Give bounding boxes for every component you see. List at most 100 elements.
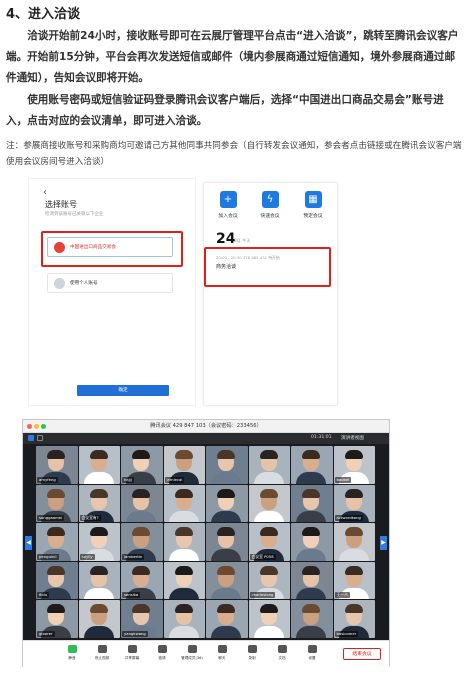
participant-tile[interactable]: lambertin: [121, 523, 163, 561]
toolbar-invite-button[interactable]: 邀请: [147, 645, 177, 661]
date-number: 24: [216, 231, 236, 247]
participant-tile[interactable]: [291, 446, 333, 484]
participant-tile[interactable]: [248, 446, 290, 484]
participant-tile[interactable]: actwordkong: [333, 484, 375, 522]
participant-tile[interactable]: [291, 600, 333, 638]
participant-name: 会议室有?: [79, 515, 101, 521]
participant-tile[interactable]: [78, 446, 120, 484]
toolbar-settings-button[interactable]: 设置: [297, 645, 327, 661]
meeting-window-screenshot: 腾讯会议 429 847 103（会议密码：233456） 01:31:01 演…: [22, 419, 390, 667]
participant-hair: [174, 604, 193, 613]
participant-tile[interactable]: luiyily: [78, 523, 120, 561]
participant-tile[interactable]: hajjj: [121, 446, 163, 484]
participant-body: [253, 510, 284, 522]
participant-grid: amyfeng hajjj jamiecai baobei songgaomei 会议室有…: [36, 446, 376, 638]
participant-tile[interactable]: [206, 600, 248, 638]
participant-hair: [344, 604, 363, 613]
chat-icon: [217, 645, 227, 653]
toolbar-record-button[interactable]: 录制: [237, 645, 267, 661]
participant-hair: [259, 527, 278, 536]
quick-meeting-button[interactable]: ϟ 快速会议: [250, 191, 290, 219]
end-meeting-button[interactable]: 结束会议: [343, 648, 381, 660]
participant-hair: [174, 527, 193, 536]
participant-hair: [132, 488, 150, 498]
toolbar-document-button[interactable]: 文档: [267, 645, 297, 661]
toolbar-members-button[interactable]: 管理成员(36): [177, 645, 207, 661]
participant-tile[interactable]: 会议室 P058: [248, 523, 290, 561]
toolbar-label: 聊天: [218, 656, 226, 660]
participant-tile[interactable]: songgaomei: [36, 484, 78, 522]
participant-tile[interactable]: 会议室有?: [78, 484, 120, 522]
toolbar-label: 共享屏幕: [124, 656, 140, 660]
participant-body: [168, 510, 199, 522]
participant-hair: [89, 488, 108, 498]
participant-name: basicomer: [334, 630, 359, 637]
account-select-screenshot: ‹ 选择账号 检测到该账号已关联以下企业 中国进出口商品交易会 使用个人账号 确…: [28, 178, 338, 406]
participant-tile[interactable]: [121, 484, 163, 522]
participant-hair: [174, 565, 193, 575]
participant-tile[interactable]: [163, 600, 205, 638]
toolbar-mic-button[interactable]: 静音: [57, 645, 87, 661]
participant-tile[interactable]: [78, 561, 120, 599]
participant-tile[interactable]: [163, 484, 205, 522]
confirm-button[interactable]: 确定: [77, 385, 169, 396]
shield-icon[interactable]: [37, 435, 43, 441]
participant-tile[interactable]: yangkwang: [121, 600, 163, 638]
record-icon: [247, 645, 257, 653]
participant-tile[interactable]: [206, 446, 248, 484]
paragraph-1: 洽谈开始前24小时，接收账号即可在云展厅管理平台点击“进入洽谈”，跳转至腾讯会议…: [6, 30, 459, 84]
plus-icon: +: [219, 191, 237, 208]
meeting-info-icon[interactable]: [28, 435, 34, 441]
participant-tile[interactable]: [291, 561, 333, 599]
participant-body: [211, 626, 241, 638]
participant-hair: [344, 450, 363, 459]
participant-tile[interactable]: [291, 523, 333, 561]
participant-name: fiolu: [37, 592, 50, 598]
view-toggle[interactable]: 演讲者视图: [341, 435, 364, 441]
participant-tile[interactable]: jamiecai: [163, 446, 205, 484]
participant-body: [168, 549, 199, 561]
participant-tile[interactable]: charleslong: [248, 561, 290, 599]
person-avatar-icon: [54, 278, 65, 289]
participant-tile[interactable]: baobei: [333, 446, 375, 484]
participant-tile[interactable]: fiolu: [36, 561, 78, 599]
participant-tile[interactable]: [333, 523, 375, 561]
paragraph-2: 使用账号密码或短信验证码登录腾讯会议客户端后，选择“中国进出口商品交易会”账号进…: [6, 94, 444, 127]
toolbar-chat-button[interactable]: 聊天: [207, 645, 237, 661]
next-page-icon[interactable]: ▶: [380, 536, 387, 550]
participant-hair: [302, 488, 320, 498]
participant-tile[interactable]: amyfeng: [36, 446, 78, 484]
participant-tile[interactable]: sensika: [121, 561, 163, 599]
participant-hair: [47, 604, 65, 613]
participant-tile[interactable]: penguinil: [36, 523, 78, 561]
participant-tile[interactable]: [291, 484, 333, 522]
participant-body: [211, 472, 241, 484]
participant-tile[interactable]: [206, 484, 248, 522]
participant-hair: [302, 565, 320, 575]
participant-hair: [47, 488, 65, 498]
participant-tile[interactable]: [248, 600, 290, 638]
participant-name: 王一人: [334, 592, 350, 598]
participant-hair: [47, 527, 65, 536]
toolbar-camera-button[interactable]: 停止视频: [87, 645, 117, 661]
meeting-toolbar: 结束会议 静音 停止视频 共享屏幕 邀请 管理成员(36) 聊天 录制 文档 设置: [23, 640, 389, 667]
schedule-meeting-button[interactable]: ▦ 预定会议: [293, 191, 333, 219]
participant-name: 会议室 P058: [249, 553, 276, 560]
toolbar-label: 邀请: [158, 656, 166, 660]
participant-tile[interactable]: [248, 484, 290, 522]
participant-tile[interactable]: basicomer: [333, 600, 375, 638]
participant-tile[interactable]: [163, 561, 205, 599]
account-option-label: 使用个人账号: [70, 281, 98, 286]
participant-tile[interactable]: [206, 523, 248, 561]
toolbar-share-screen-button[interactable]: 共享屏幕: [117, 645, 147, 661]
participant-tile[interactable]: [163, 523, 205, 561]
account-option-personal[interactable]: 使用个人账号: [47, 273, 173, 293]
participant-tile[interactable]: 王一人: [333, 561, 375, 599]
join-meeting-button[interactable]: + 加入会议: [208, 191, 248, 219]
participant-tile[interactable]: [78, 600, 120, 638]
participant-hair: [89, 527, 108, 536]
participant-tile[interactable]: [206, 561, 248, 599]
participant-tile[interactable]: gloorer: [36, 600, 78, 638]
back-arrow-icon[interactable]: ‹: [43, 187, 47, 198]
prev-page-icon[interactable]: ◀: [25, 536, 32, 550]
